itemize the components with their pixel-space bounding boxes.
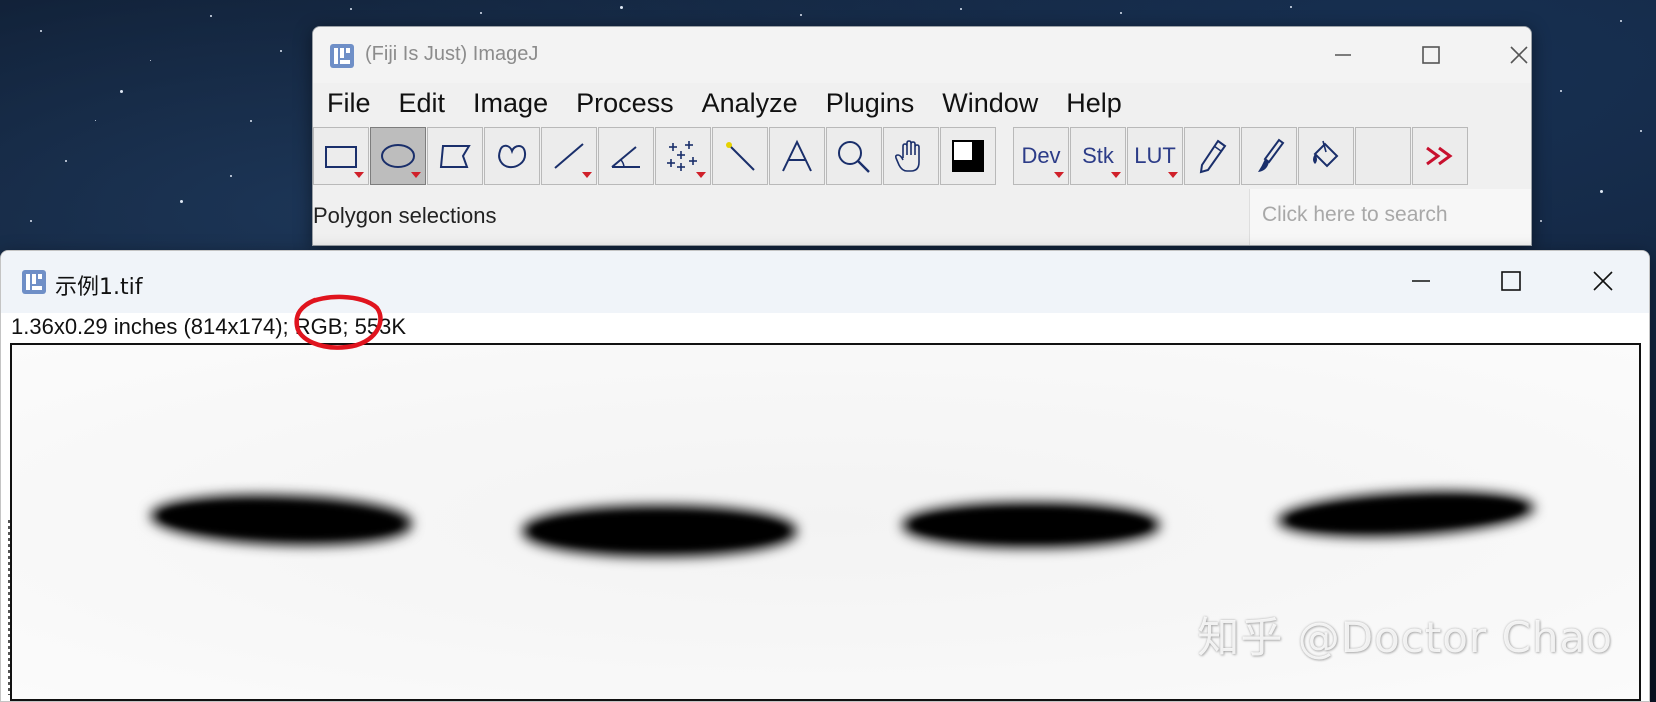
maximize-icon (1422, 46, 1440, 64)
text-tool-icon (782, 139, 812, 172)
image-minimize-button[interactable] (1393, 261, 1449, 301)
minimize-icon (1412, 280, 1430, 282)
text-tool-button[interactable] (769, 127, 825, 185)
brush-tool-button[interactable] (1241, 127, 1297, 185)
menubar: File Edit Image Process Analyze Plugins … (313, 83, 1531, 123)
empty-tool-slot[interactable] (1355, 127, 1411, 185)
minimize-icon (1335, 54, 1351, 56)
dropdown-arrow-icon (1111, 172, 1121, 178)
image-canvas[interactable]: 知乎 @Doctor Chao (10, 343, 1641, 701)
scroll-tool-button[interactable] (883, 127, 939, 185)
multi-point-icon (667, 141, 697, 171)
imagej-titlebar[interactable]: (Fiji Is Just) ImageJ (313, 27, 1531, 83)
oval-tool-button[interactable] (370, 127, 426, 185)
zoom-tool-button[interactable] (826, 127, 882, 185)
image-window-title: 示例1.tif (55, 275, 143, 300)
menu-plugins[interactable]: Plugins (812, 83, 929, 123)
dropdown-arrow-icon (696, 172, 706, 178)
rectangle-selection-icon (325, 146, 357, 168)
menu-process[interactable]: Process (562, 83, 688, 123)
menu-image[interactable]: Image (459, 83, 562, 123)
dropdown-arrow-icon (582, 172, 592, 178)
image-close-button[interactable] (1575, 261, 1631, 301)
color-picker-icon (952, 140, 984, 172)
double-chevron-right-icon (1426, 146, 1453, 166)
dev-label: Dev (1021, 143, 1061, 168)
close-icon (1593, 271, 1613, 291)
image-window: 示例1.tif 1.36x0.29 inches (814x174); RGB;… (0, 250, 1650, 702)
menu-help[interactable]: Help (1052, 83, 1136, 123)
paint-bucket-icon (1313, 140, 1339, 168)
angle-tool-button[interactable] (598, 127, 654, 185)
pencil-icon (1199, 139, 1227, 174)
menu-analyze[interactable]: Analyze (688, 83, 812, 123)
stk-label: Stk (1082, 143, 1114, 168)
flood-fill-tool-button[interactable] (1298, 127, 1354, 185)
image-window-app-icon (22, 270, 46, 294)
imagej-window-title: (Fiji Is Just) ImageJ (365, 43, 539, 65)
dropdown-arrow-icon (1168, 172, 1178, 178)
polygon-selection-icon (439, 145, 471, 168)
imagej-app-icon (330, 44, 354, 68)
maximize-button[interactable] (1403, 35, 1459, 75)
dropdown-arrow-icon (411, 172, 421, 178)
lut-label: LUT (1134, 143, 1176, 168)
point-tool-button[interactable] (655, 127, 711, 185)
dev-menu-button[interactable]: Dev (1013, 127, 1069, 185)
search-input[interactable]: Click here to search (1249, 189, 1531, 245)
image-window-titlebar[interactable]: 示例1.tif (1, 251, 1649, 313)
pencil-tool-button[interactable] (1184, 127, 1240, 185)
paintbrush-icon (1258, 138, 1285, 172)
angle-icon (611, 146, 640, 168)
straight-line-icon (554, 143, 584, 169)
image-maximize-button[interactable] (1483, 261, 1539, 301)
imagej-main-window: (Fiji Is Just) ImageJ File Edit Image Pr… (312, 26, 1532, 246)
stk-menu-button[interactable]: Stk (1070, 127, 1126, 185)
dropdown-arrow-icon (1054, 172, 1064, 178)
wand-tool-button[interactable] (712, 127, 768, 185)
wand-icon (726, 142, 755, 171)
rectangle-tool-button[interactable] (313, 127, 369, 185)
menu-window[interactable]: Window (928, 83, 1052, 123)
selection-edge-marker (8, 520, 10, 695)
close-button[interactable] (1491, 35, 1531, 75)
polygon-tool-button[interactable] (427, 127, 483, 185)
freehand-selection-icon (498, 144, 527, 169)
line-tool-button[interactable] (541, 127, 597, 185)
watermark: 知乎 @Doctor Chao (1197, 613, 1613, 662)
close-icon (1510, 46, 1528, 64)
oval-selection-icon (381, 144, 415, 168)
statusbar: Polygon selections Click here to search (313, 189, 1531, 245)
freehand-tool-button[interactable] (484, 127, 540, 185)
minimize-button[interactable] (1315, 35, 1371, 75)
hand-icon (894, 140, 920, 172)
more-tools-button[interactable] (1412, 127, 1468, 185)
magnifier-icon (838, 141, 870, 173)
lut-menu-button[interactable]: LUT (1127, 127, 1183, 185)
menu-file[interactable]: File (313, 83, 385, 123)
color-picker-button[interactable] (940, 127, 996, 185)
image-info-line: 1.36x0.29 inches (814x174); RGB; 553K (11, 314, 407, 339)
menu-edit[interactable]: Edit (385, 83, 460, 123)
dropdown-arrow-icon (354, 172, 364, 178)
toolbar: Dev Stk LUT (313, 125, 1531, 187)
status-text: Polygon selections (313, 203, 497, 228)
maximize-icon (1501, 271, 1521, 291)
